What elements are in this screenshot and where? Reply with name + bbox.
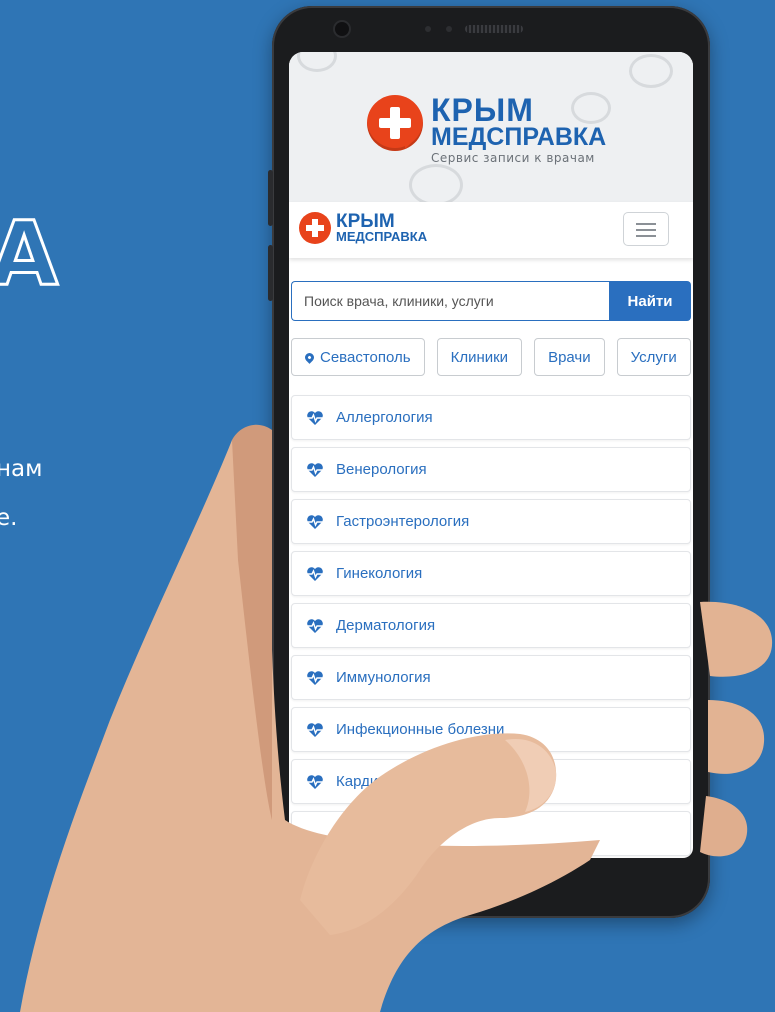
hand-image: [20, 424, 773, 1012]
